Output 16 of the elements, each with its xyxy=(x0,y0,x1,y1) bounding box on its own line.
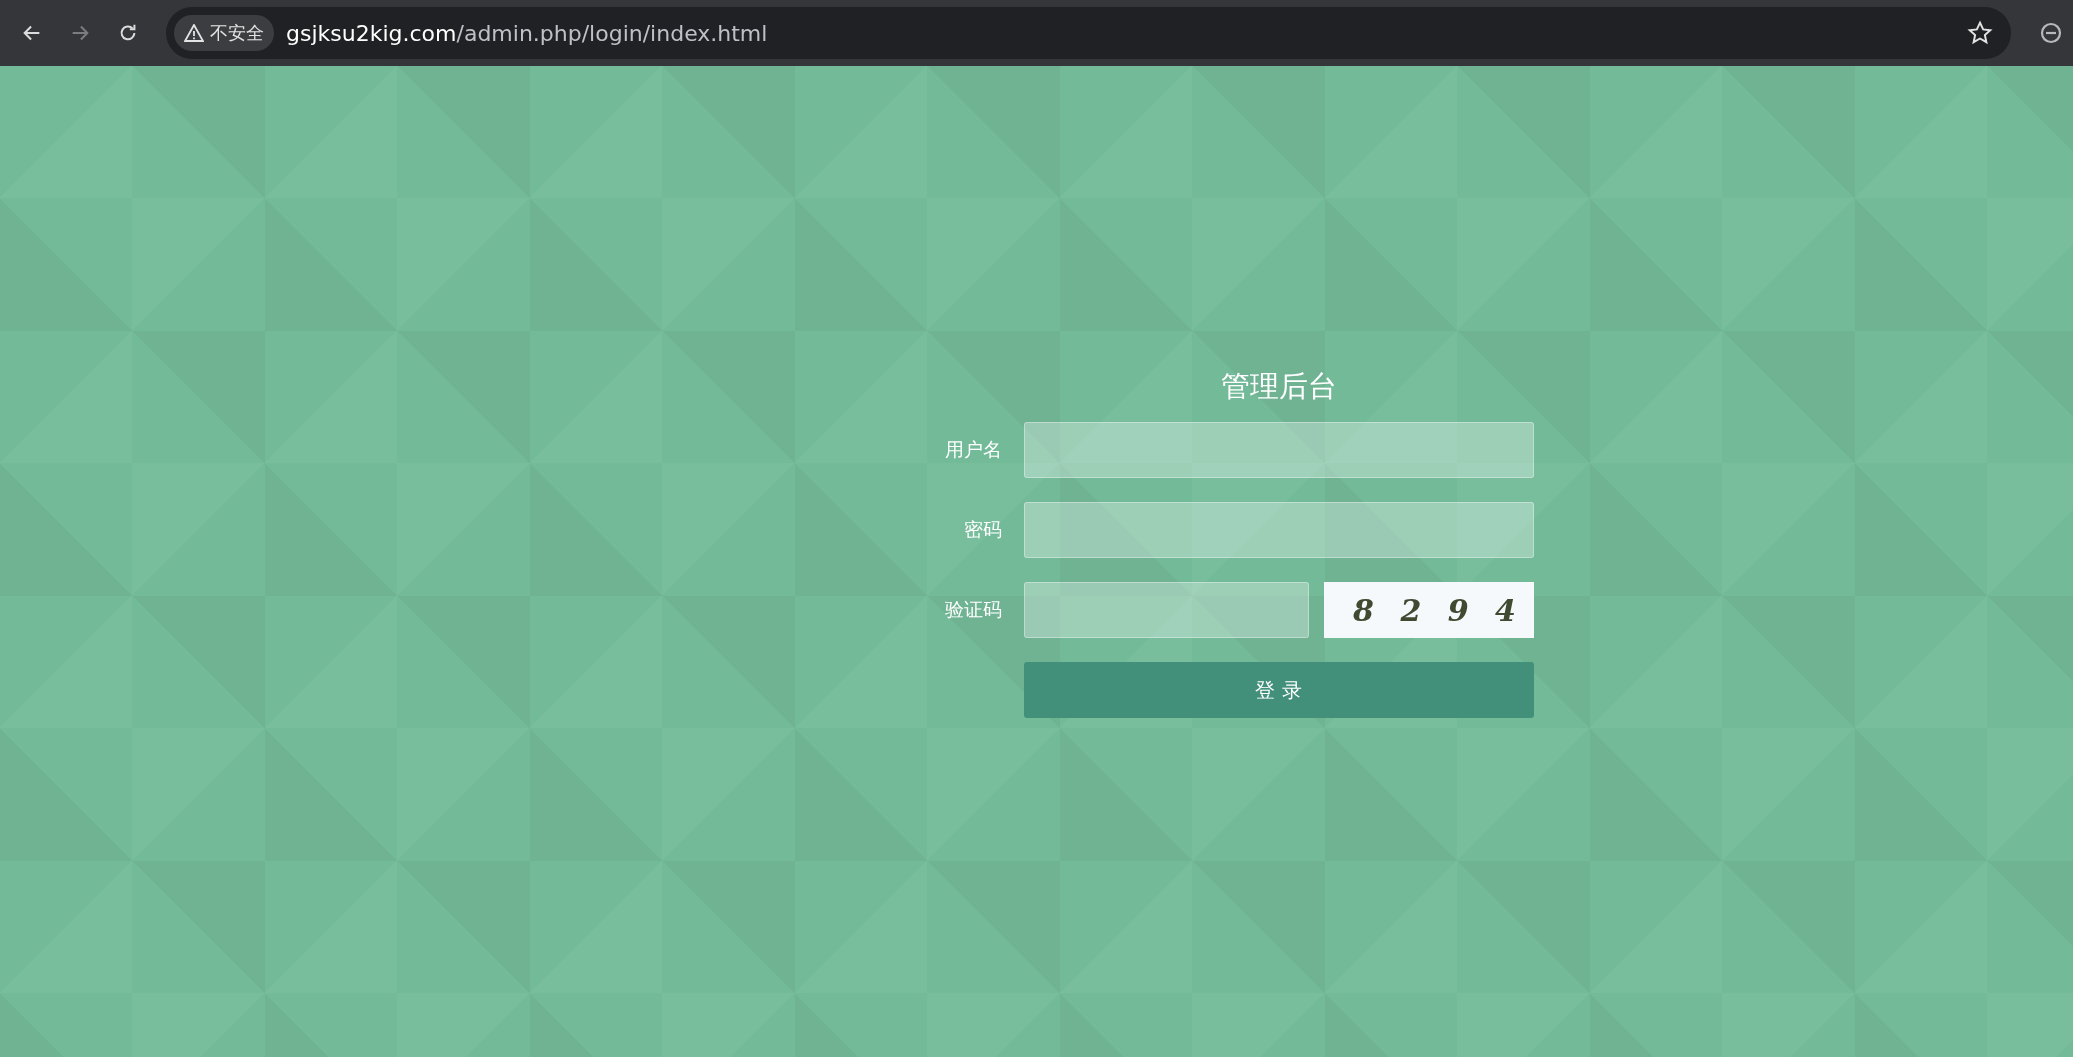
username-field[interactable] xyxy=(1023,422,1534,478)
warning-icon xyxy=(184,24,204,42)
address-bar[interactable]: 不安全 gsjksu2kig.com/admin.php/login/index.html xyxy=(166,7,2011,59)
captcha-image[interactable]: 8 2 9 4 xyxy=(1323,582,1534,638)
security-label: 不安全 xyxy=(210,21,264,45)
minus-circle-icon[interactable] xyxy=(2039,21,2063,45)
url-text: gsjksu2kig.com/admin.php/login/index.html xyxy=(286,20,769,46)
page-title: 管理后台 xyxy=(1219,368,1338,405)
field-label: 验证码 xyxy=(944,597,1002,622)
star-icon[interactable] xyxy=(1967,20,1993,46)
field-label: 用户名 xyxy=(944,437,1002,462)
password-field[interactable] xyxy=(1023,502,1534,558)
field-label: 密码 xyxy=(963,517,1002,542)
captcha-field[interactable] xyxy=(1023,582,1309,638)
security-badge[interactable]: 不安全 xyxy=(174,15,274,51)
login-button[interactable]: 登 录 xyxy=(1023,662,1534,718)
